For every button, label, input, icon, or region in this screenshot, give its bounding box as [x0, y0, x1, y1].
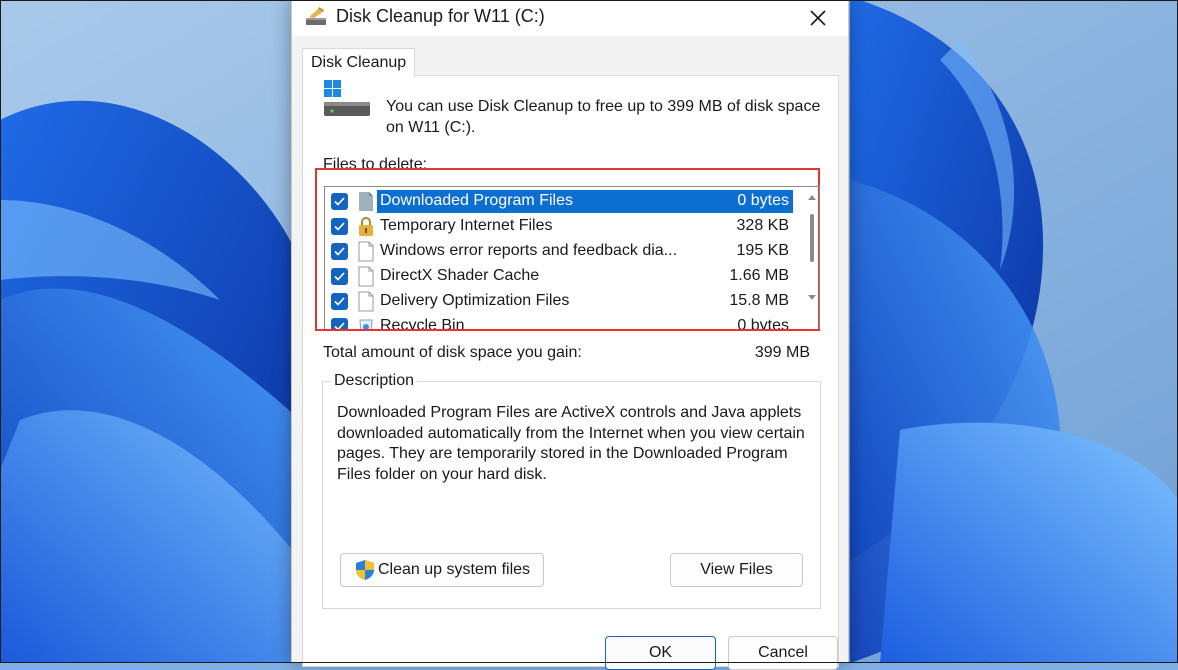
file-category-size: 0 bytes	[737, 192, 789, 209]
check-icon	[334, 222, 345, 231]
list-item[interactable]: Temporary Internet Files 328 KB	[325, 214, 803, 239]
description-legend: Description	[331, 372, 418, 390]
checkbox[interactable]	[331, 218, 348, 235]
lock-icon	[357, 216, 375, 237]
list-scrollbar[interactable]	[803, 187, 820, 329]
file-category-size: 1.66 MB	[729, 267, 789, 284]
file-icon	[357, 291, 375, 312]
description-text: Downloaded Program Files are ActiveX con…	[337, 404, 805, 483]
list-item[interactable]: DirectX Shader Cache 1.66 MB	[325, 264, 803, 289]
list-item[interactable]: Windows error reports and feedback dia..…	[325, 239, 803, 264]
file-category-size: 328 KB	[736, 217, 789, 234]
check-icon	[334, 322, 345, 329]
intro-text: You can use Disk Cleanup to free up to 3…	[386, 98, 821, 136]
checkbox[interactable]	[331, 193, 348, 210]
file-category-size: 195 KB	[736, 242, 789, 259]
list-item[interactable]: Delivery Optimization Files 15.8 MB	[325, 289, 803, 314]
total-space-label: Total amount of disk space you gain:	[323, 344, 582, 361]
file-category-name: Temporary Internet Files	[380, 217, 553, 234]
scroll-up-arrow-icon[interactable]	[808, 195, 816, 200]
close-icon	[810, 10, 826, 26]
list-item[interactable]: Recycle Bin 0 bytes	[325, 314, 803, 329]
checkbox[interactable]	[331, 268, 348, 285]
file-category-size: 0 bytes	[737, 317, 789, 329]
file-category-size: 15.8 MB	[729, 292, 789, 309]
files-listbox[interactable]: Downloaded Program Files 0 bytes Tempora…	[324, 186, 820, 329]
view-files-button[interactable]: View Files	[670, 553, 803, 587]
tab-disk-cleanup[interactable]: Disk Cleanup	[302, 48, 416, 77]
file-category-name: DirectX Shader Cache	[380, 267, 540, 284]
check-icon	[334, 247, 345, 256]
file-category-name: Recycle Bin	[380, 317, 465, 329]
folder-icon	[357, 191, 375, 212]
file-icon	[357, 241, 375, 262]
file-category-name: Downloaded Program Files	[380, 192, 573, 209]
list-item[interactable]: Downloaded Program Files 0 bytes	[325, 189, 803, 214]
uac-shield-icon	[354, 559, 376, 581]
ok-button[interactable]: OK	[605, 636, 716, 670]
checkbox[interactable]	[331, 318, 348, 329]
file-icon	[357, 266, 375, 287]
checkbox[interactable]	[331, 293, 348, 310]
clean-up-system-files-button[interactable]: Clean up system files	[340, 553, 544, 587]
checkbox[interactable]	[331, 243, 348, 260]
check-icon	[334, 297, 345, 306]
disk-cleanup-app-icon	[304, 6, 328, 28]
recycle-bin-icon	[357, 316, 375, 329]
scroll-down-arrow-icon[interactable]	[808, 295, 816, 300]
cancel-button[interactable]: Cancel	[728, 636, 838, 670]
total-space-value: 399 MB	[754, 344, 810, 361]
clean-up-system-files-label: Clean up system files	[377, 561, 531, 578]
file-category-name: Windows error reports and feedback dia..…	[380, 242, 678, 259]
tab-panel: You can use Disk Cleanup to free up to 3…	[302, 75, 839, 667]
drive-icon	[324, 80, 372, 120]
scroll-thumb[interactable]	[810, 214, 814, 262]
check-icon	[334, 197, 345, 206]
title-bar[interactable]: Disk Cleanup for W11 (C:)	[292, 0, 848, 36]
check-icon	[334, 272, 345, 281]
close-button[interactable]	[798, 2, 838, 34]
window-title: Disk Cleanup for W11 (C:)	[336, 6, 545, 26]
file-category-name: Delivery Optimization Files	[380, 292, 570, 309]
disk-cleanup-dialog: Disk Cleanup for W11 (C:) Disk Cleanup Y…	[291, 0, 849, 670]
